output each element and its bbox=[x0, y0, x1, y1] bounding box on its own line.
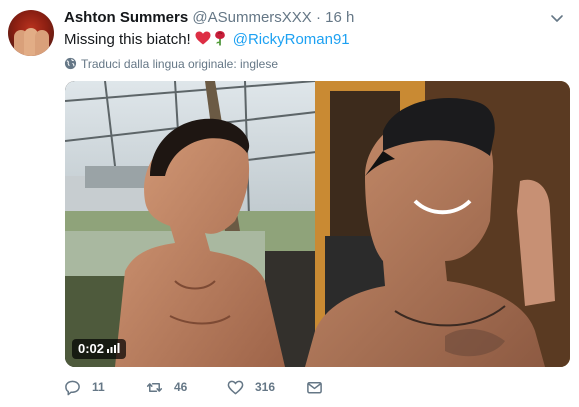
like-button[interactable]: 316 bbox=[227, 377, 275, 397]
video-player[interactable]: 0:02 bbox=[65, 81, 570, 367]
tweet-timestamp[interactable]: 16 h bbox=[325, 9, 354, 26]
direct-message-button[interactable] bbox=[306, 377, 334, 397]
author-handle[interactable]: @ASummersXXX bbox=[192, 9, 311, 26]
tweet-text-body: Missing this biatch! bbox=[64, 31, 191, 48]
video-duration-badge: 0:02 bbox=[72, 339, 127, 359]
translate-link[interactable]: Traduci dalla lingua originale: inglese bbox=[64, 57, 278, 71]
reply-button[interactable]: 11 bbox=[64, 377, 105, 397]
like-count: 316 bbox=[255, 380, 276, 394]
rose-icon bbox=[214, 31, 225, 46]
retweet-count: 46 bbox=[174, 380, 188, 394]
tweet-text: Missing this biatch! @RickyRoman91 bbox=[64, 30, 350, 48]
retweet-icon bbox=[146, 382, 163, 392]
tweet-header: Ashton Summers @ASummersXXX · 16 h bbox=[64, 9, 354, 26]
video-thumbnail bbox=[65, 81, 570, 367]
video-duration: 0:02 bbox=[78, 341, 105, 356]
reply-count: 11 bbox=[92, 380, 105, 394]
envelope-icon bbox=[307, 381, 322, 393]
tweet-card[interactable]: Ashton Summers @ASummersXXX · 16 h Missi… bbox=[0, 0, 579, 407]
chevron-down-icon[interactable] bbox=[549, 10, 565, 26]
avatar[interactable] bbox=[8, 10, 54, 56]
volume-bars-icon bbox=[107, 343, 120, 353]
heart-icon bbox=[227, 380, 244, 394]
retweet-button[interactable]: 46 bbox=[146, 377, 187, 397]
translate-label[interactable]: Traduci dalla lingua originale: inglese bbox=[81, 57, 278, 71]
mention-link[interactable]: @RickyRoman91 bbox=[233, 31, 350, 48]
separator-dot: · bbox=[315, 9, 321, 26]
reply-icon bbox=[65, 380, 80, 395]
tweet-actions: 11 46 316 bbox=[64, 377, 564, 401]
globe-icon bbox=[64, 57, 77, 70]
red-heart-icon bbox=[195, 31, 211, 45]
author-name[interactable]: Ashton Summers bbox=[64, 9, 188, 26]
avatar-figure bbox=[35, 30, 49, 56]
